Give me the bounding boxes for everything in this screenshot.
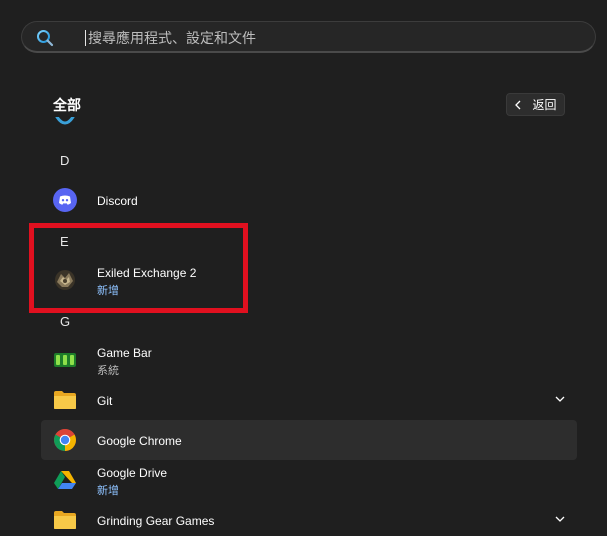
back-button[interactable]: 返回 <box>506 93 565 116</box>
letter-header-d[interactable]: D <box>60 153 69 168</box>
folder-icon <box>54 391 76 409</box>
discord-icon <box>53 188 77 212</box>
google-drive-icon <box>54 471 76 489</box>
back-button-label: 返回 <box>532 98 557 112</box>
app-subtitle: 系統 <box>97 365 119 377</box>
app-item-exiled-exchange-2[interactable]: Exiled Exchange 2 新增 <box>41 260 577 300</box>
chevron-down-icon[interactable] <box>555 395 565 403</box>
start-menu-all-apps: 搜尋應用程式、設定和文件 全部 返回 D Discord E Exiled Ex… <box>0 0 607 536</box>
folder-icon <box>54 511 76 529</box>
chevron-left-icon <box>515 100 521 109</box>
app-name: Game Bar <box>97 346 152 360</box>
app-item-discord[interactable]: Discord <box>41 180 577 220</box>
search-icon <box>37 30 54 47</box>
app-item-google-chrome[interactable]: Google Chrome <box>41 420 577 460</box>
text-cursor <box>85 30 86 46</box>
app-name: Exiled Exchange 2 <box>97 266 197 280</box>
app-name: Discord <box>97 194 138 208</box>
app-name: Grinding Gear Games <box>97 514 215 528</box>
app-name: Google Drive <box>97 466 168 480</box>
clipped-app-icon <box>55 117 75 133</box>
app-folder-git[interactable]: Git <box>41 380 577 420</box>
app-folder-grinding-gear-games[interactable]: Grinding Gear Games <box>41 500 577 536</box>
exiled-exchange-icon <box>55 270 75 290</box>
letter-header-e[interactable]: E <box>60 234 69 249</box>
app-subtitle: 新增 <box>97 485 119 497</box>
section-title: 全部 <box>53 97 81 113</box>
chevron-down-icon[interactable] <box>555 515 565 523</box>
app-name: Google Chrome <box>97 434 182 448</box>
chrome-icon <box>54 429 76 451</box>
app-name: Git <box>97 394 113 408</box>
search-placeholder: 搜尋應用程式、設定和文件 <box>88 30 256 46</box>
search-box[interactable]: 搜尋應用程式、設定和文件 <box>21 21 596 53</box>
letter-header-g[interactable]: G <box>60 314 70 329</box>
app-subtitle: 新增 <box>97 285 119 297</box>
app-item-google-drive[interactable]: Google Drive 新增 <box>41 460 577 500</box>
app-item-game-bar[interactable]: Game Bar 系統 <box>41 340 577 380</box>
game-bar-icon <box>54 353 76 367</box>
